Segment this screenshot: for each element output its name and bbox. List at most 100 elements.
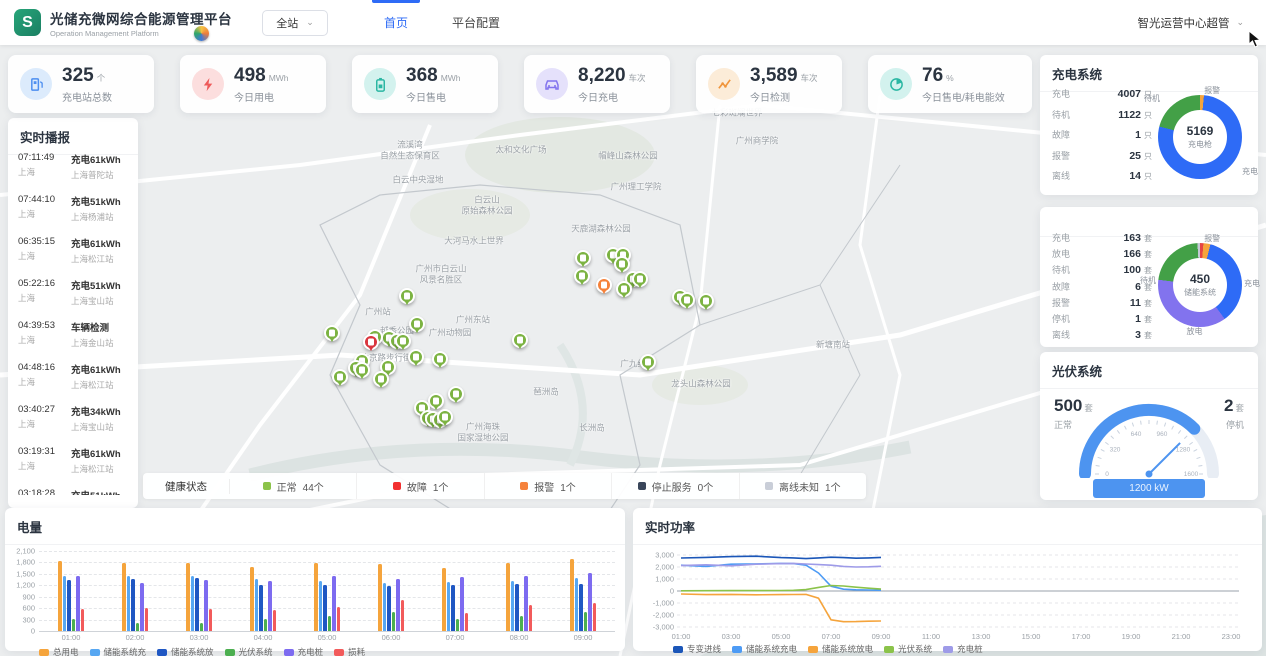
svg-text:09:00: 09:00 xyxy=(872,632,891,641)
station-marker-green[interactable] xyxy=(432,351,448,367)
legend-item[interactable]: 储能系统充电 xyxy=(732,643,797,655)
station-marker-orange[interactable] xyxy=(596,277,612,293)
active-tab-indicator xyxy=(372,0,420,3)
app-logo: S xyxy=(14,9,41,36)
health-item[interactable]: 停止服务0个 xyxy=(612,473,739,499)
station-marker-green[interactable] xyxy=(574,268,590,284)
map-place-label: 琶洲岛 xyxy=(533,387,559,398)
tab-platform-config[interactable]: 平台配置 xyxy=(430,0,522,45)
donut-segment-label: 充电 xyxy=(1244,278,1260,289)
broadcast-item: 05:22:16上海充电51kWh上海宝山站 xyxy=(18,271,128,313)
station-selector[interactable]: 全站 ⌄ xyxy=(262,10,328,36)
station-marker-green[interactable] xyxy=(428,393,444,409)
legend-item[interactable]: 损耗 xyxy=(334,646,365,656)
donut-center-label: 储能系统 xyxy=(1184,287,1216,298)
health-item[interactable]: 正常44个 xyxy=(230,473,357,499)
map-place-label: 广州动物园 xyxy=(429,328,472,339)
station-marker-green[interactable] xyxy=(399,288,415,304)
svg-text:15:00: 15:00 xyxy=(1022,632,1041,641)
user-menu[interactable]: 智光运营中心超管 ⌄ xyxy=(1137,15,1244,31)
map-place-label: 长洲岛 xyxy=(579,423,605,434)
legend-item[interactable]: 充电桩 xyxy=(943,643,983,655)
kpi-value: 3,589 xyxy=(750,65,798,86)
health-status-bar: 健康状态 正常44个故障1个报警1个停止服务0个离线未知1个 xyxy=(143,473,866,499)
kpi-row: 325个充电站总数 498MWh今日用电 368MWh今日售电 8,220车次今… xyxy=(8,55,1032,113)
legend-item[interactable]: 储能系统放 xyxy=(157,646,214,656)
svg-text:21:00: 21:00 xyxy=(1172,632,1191,641)
donut-segment-label: 待机 xyxy=(1144,93,1160,104)
station-marker-green[interactable] xyxy=(373,371,389,387)
legend-item[interactable]: 总用电 xyxy=(39,646,79,656)
broadcast-item: 03:19:31上海充电61kWh上海松江站 xyxy=(18,439,128,481)
map-place-label: 广州站 xyxy=(365,307,391,318)
car-icon xyxy=(536,68,568,100)
legend-item[interactable]: 充电桩 xyxy=(284,646,324,656)
station-marker-green[interactable] xyxy=(408,349,424,365)
stat-row: 停机1套 xyxy=(1052,312,1152,328)
kpi-unit: MWh xyxy=(269,73,289,83)
station-marker-green[interactable] xyxy=(448,386,464,402)
station-marker-green[interactable] xyxy=(614,256,630,272)
stat-row: 离线14只 xyxy=(1052,169,1152,190)
kpi-card-efficiency: 76%今日售电/耗电能效 xyxy=(868,55,1032,113)
kpi-card-sold: 368MWh今日售电 xyxy=(352,55,498,113)
svg-text:01:00: 01:00 xyxy=(672,632,691,641)
station-marker-green[interactable] xyxy=(632,271,648,287)
health-item[interactable]: 报警1个 xyxy=(485,473,612,499)
stat-row: 放电166套 xyxy=(1052,247,1152,263)
tab-home[interactable]: 首页 xyxy=(362,0,430,45)
energy-chart-panel: 电量 03006009001,2001,5001,8002,100 01:000… xyxy=(5,508,625,651)
map-place-label: 广州东站 xyxy=(456,315,490,326)
kpi-label: 今日售电/耗电能效 xyxy=(922,89,1005,104)
legend-item[interactable]: 储能系统放电 xyxy=(808,643,873,655)
floating-widget-icon[interactable] xyxy=(194,26,209,41)
legend-item[interactable]: 储能系统充 xyxy=(90,646,147,656)
health-item[interactable]: 离线未知1个 xyxy=(740,473,866,499)
donut-center-value: 450 xyxy=(1190,272,1210,286)
station-marker-green[interactable] xyxy=(324,325,340,341)
station-marker-green[interactable] xyxy=(395,333,411,349)
energy-chart-legend: 总用电 储能系统充储能系统放 光伏系统 充电桩损耗 xyxy=(39,646,625,656)
station-marker-green[interactable] xyxy=(698,293,714,309)
map-place-label: 广州海珠 国家湿地公园 xyxy=(457,421,508,442)
svg-text:17:00: 17:00 xyxy=(1072,632,1091,641)
health-item[interactable]: 故障1个 xyxy=(357,473,484,499)
legend-item[interactable]: 光伏系统 xyxy=(225,646,273,656)
svg-text:-3,000: -3,000 xyxy=(653,623,674,632)
broadcast-list[interactable]: 07:11:49上海充电61kWh上海普陀站07:44:10上海充电51kWh上… xyxy=(8,143,138,495)
bar-group xyxy=(570,551,596,631)
trend-icon xyxy=(708,68,740,100)
station-marker-green[interactable] xyxy=(575,250,591,266)
station-marker-green[interactable] xyxy=(616,281,632,297)
legend-item[interactable]: 光伏系统 xyxy=(884,643,932,655)
stat-row: 离线3套 xyxy=(1052,328,1152,344)
status-dot-icon xyxy=(765,482,773,490)
station-marker-green[interactable] xyxy=(512,332,528,348)
station-marker-green[interactable] xyxy=(640,354,656,370)
stat-row: 充电163套 xyxy=(1052,231,1152,247)
map-place-label: 帽峰山森林公园 xyxy=(598,151,658,162)
legend-item[interactable]: 专变进线 xyxy=(673,643,721,655)
svg-text:960: 960 xyxy=(1157,431,1168,438)
station-marker-red[interactable] xyxy=(363,334,379,350)
pv-system-panel: 光伏系统 500套 正常 2套 停机 032064096012801600 12… xyxy=(1040,352,1258,500)
energy-chart-title: 电量 xyxy=(5,508,625,545)
station-marker-green[interactable] xyxy=(354,362,370,378)
svg-text:23:00: 23:00 xyxy=(1222,632,1241,641)
station-marker-green[interactable] xyxy=(409,316,425,332)
kpi-unit: % xyxy=(946,73,954,83)
station-marker-green[interactable] xyxy=(437,409,453,425)
station-marker-green[interactable] xyxy=(679,292,695,308)
station-marker-green[interactable] xyxy=(332,369,348,385)
svg-text:2,000: 2,000 xyxy=(655,563,674,572)
status-dot-icon xyxy=(520,482,528,490)
kpi-value: 498 xyxy=(234,65,266,86)
broadcast-item: 03:40:27上海充电34kWh上海宝山站 xyxy=(18,397,128,439)
charging-donut-chart: 5169 充电枪 待机报警充电 xyxy=(1158,95,1242,179)
kpi-label: 今日售电 xyxy=(406,89,461,104)
chevron-down-icon: ⌄ xyxy=(1236,17,1244,28)
storage-donut-chart: 450 储能系统 报警充电放电待机 xyxy=(1158,243,1242,327)
kpi-unit: 车次 xyxy=(629,73,646,83)
stat-row: 待机1122只 xyxy=(1052,108,1152,129)
svg-text:1,000: 1,000 xyxy=(655,575,674,584)
